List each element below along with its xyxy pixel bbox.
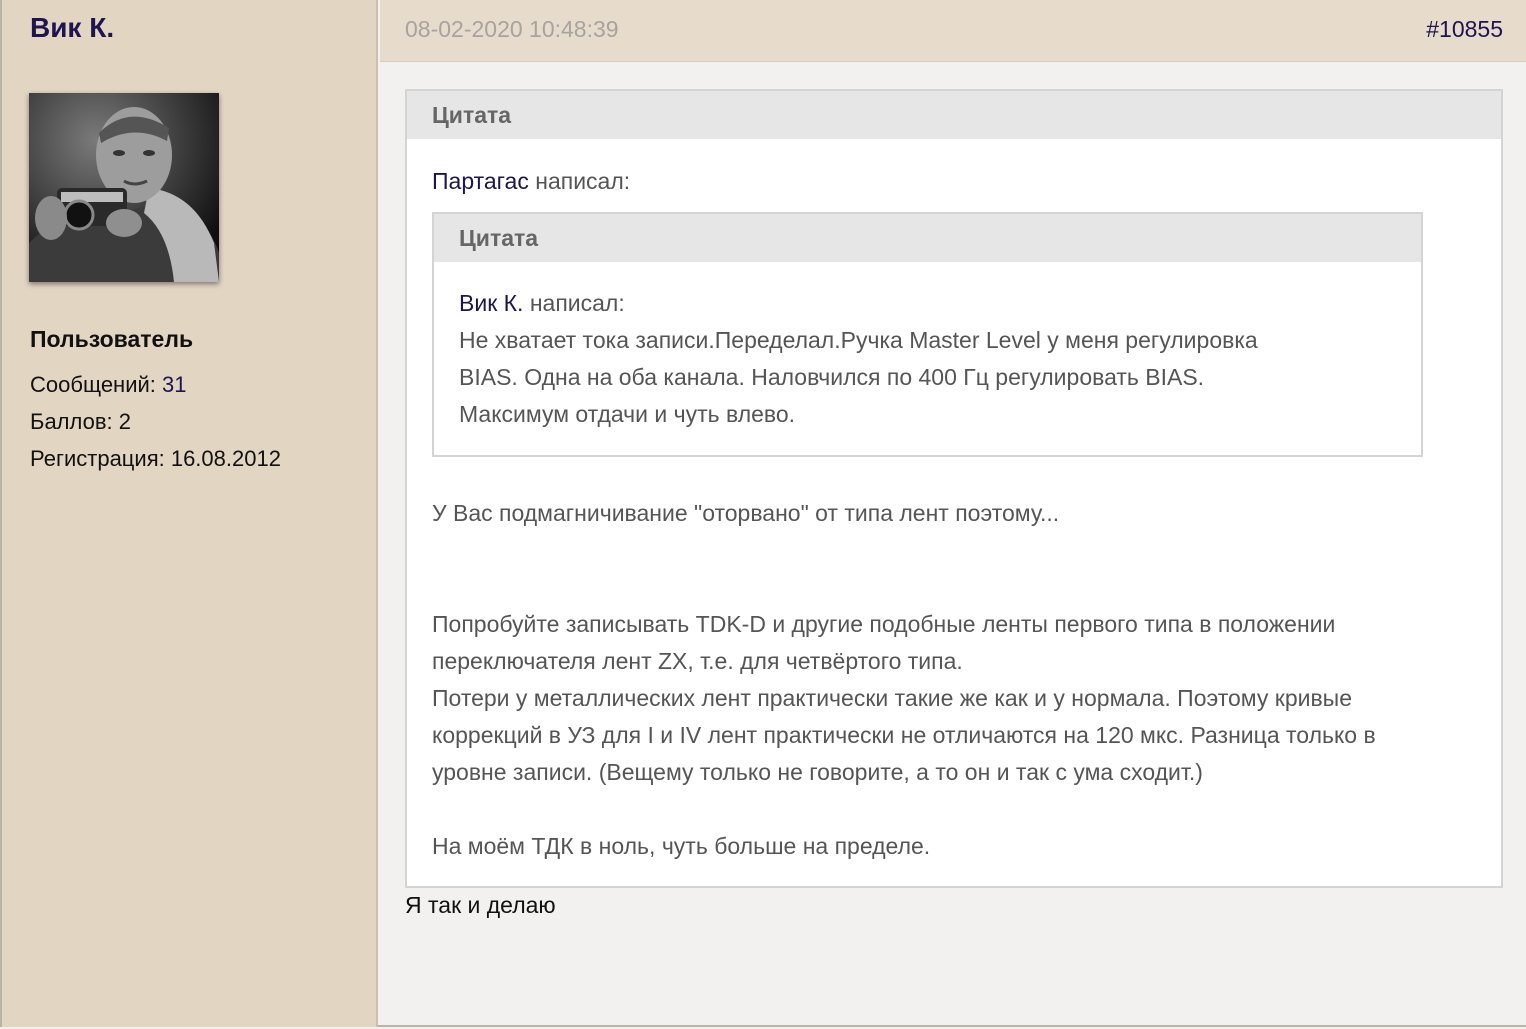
inner-quote: Цитата Вик К. написал: Не хватает тока з…	[432, 212, 1423, 457]
user-registration: Регистрация: 16.08.2012	[30, 446, 281, 471]
user-sidebar: Вик К. Пользователь Сообщений: 31 Баллов…	[2, 0, 378, 1027]
user-avatar[interactable]	[29, 93, 219, 282]
outer-quote-text-line: переключателя лент ZX, т.е. для четвёрто…	[432, 648, 963, 674]
inner-quote-title: Цитата	[434, 214, 1421, 262]
inner-quote-text-line: Не хватает тока записи.Переделал.Ручка M…	[459, 327, 1258, 353]
forum-post: Вик К. Пользователь Сообщений: 31 Баллов…	[0, 0, 1526, 1027]
user-messages: Сообщений: 31	[30, 372, 186, 398]
outer-quote-text-line: коррекций в УЗ для I и IV лент практичес…	[432, 722, 1376, 748]
inner-quote-wrote: написал:	[523, 290, 625, 316]
inner-quote-text-line: BIAS. Одна на оба канала. Наловчился по …	[459, 364, 1205, 390]
post-date: 08-02-2020 10:48:39	[405, 16, 619, 42]
post-header: 08-02-2020 10:48:39 #10855	[380, 0, 1526, 62]
outer-quote-text-line: Попробуйте записывать TDK-D и другие под…	[432, 611, 1336, 637]
user-points: Баллов: 2	[30, 409, 131, 434]
outer-quote-text-line: Потери у металлических лент практически …	[432, 685, 1352, 711]
outer-quote-author-link[interactable]: Партагас	[432, 168, 529, 194]
messages-count-link[interactable]: 31	[162, 372, 186, 397]
outer-quote-text-line: уровне записи. (Вещему только не говорит…	[432, 759, 1203, 785]
avatar-photo	[29, 93, 219, 282]
author-username-link[interactable]: Вик К.	[30, 12, 114, 44]
post-number-link[interactable]: #10855	[1426, 16, 1503, 43]
inner-quote-text-line: Максимум отдачи и чуть влево.	[459, 401, 796, 427]
outer-quote: Цитата Партагас написал: Цитата Вик К. н…	[405, 89, 1503, 888]
outer-quote-text-line: На моём ТДК в ноль, чуть больше на преде…	[432, 833, 931, 859]
messages-label: Сообщений:	[30, 372, 162, 397]
post-body-text: Я так и делаю	[405, 892, 556, 918]
outer-quote-text-line: У Вас подмагничивание "оторвано" от типа…	[432, 500, 1060, 526]
inner-quote-author-link[interactable]: Вик К.	[459, 290, 523, 316]
outer-quote-title: Цитата	[407, 91, 1501, 139]
outer-quote-wrote: написал:	[528, 168, 631, 194]
user-rank: Пользователь	[30, 326, 194, 352]
outer-quote-attribution: Партагас написал:	[432, 168, 630, 195]
inner-quote-attribution: Вик К. написал:	[459, 290, 625, 317]
